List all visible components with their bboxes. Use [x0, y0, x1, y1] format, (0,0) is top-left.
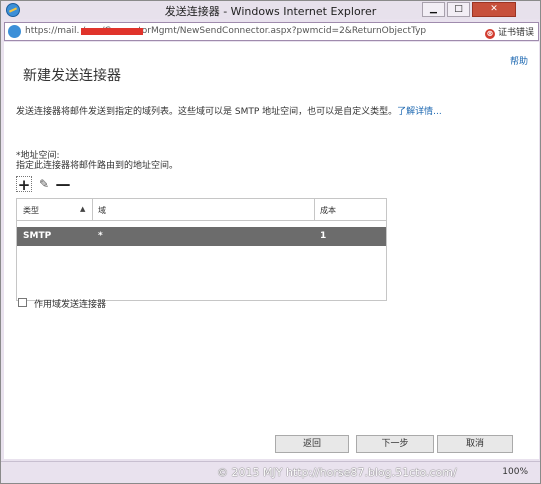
close-button[interactable]: ✕	[472, 2, 516, 17]
cell-type: SMTP	[23, 231, 52, 241]
title-bar[interactable]: 发送连接器 - Windows Internet Explorer ▁ □ ✕	[1, 1, 540, 19]
column-header-cost[interactable]: 成本	[320, 205, 336, 216]
minimize-button[interactable]: ▁	[422, 2, 445, 17]
maximize-button[interactable]: □	[447, 2, 470, 17]
edit-icon[interactable]: ✎	[36, 176, 52, 192]
help-link[interactable]: 帮助	[510, 54, 528, 67]
cert-error-icon: ⊗	[484, 29, 495, 39]
page-content: 帮助 新建发送连接器 发送连接器将邮件发送到指定的域列表。这些域可以是 SMTP…	[4, 42, 539, 459]
next-button[interactable]: 下一步	[356, 435, 434, 453]
back-button[interactable]: 返回	[275, 435, 349, 453]
description-text: 发送连接器将邮件发送到指定的域列表。这些域可以是 SMTP 地址空间，也可以是自…	[16, 107, 398, 117]
watermark-text: © 2015 MJY http://horse87.blog.51cto.com…	[217, 466, 457, 479]
address-space-grid: 类型 ▲ 域 成本 SMTP * 1	[16, 198, 387, 301]
learn-more-link[interactable]: 了解详情...	[397, 107, 442, 117]
description: 发送连接器将邮件发送到指定的域列表。这些域可以是 SMTP 地址空间，也可以是自…	[16, 106, 446, 118]
cancel-button[interactable]: 取消	[437, 435, 513, 453]
ie-window: 发送连接器 - Windows Internet Explorer ▁ □ ✕ …	[0, 0, 541, 484]
certificate-error[interactable]: ⊗ 证书错误	[484, 25, 534, 39]
column-header-domain[interactable]: 域	[98, 205, 106, 216]
cell-cost: 1	[320, 231, 327, 241]
scoped-connector-label: 作用域发送连接器	[34, 300, 107, 310]
remove-icon[interactable]: —	[55, 176, 71, 192]
column-divider	[92, 199, 93, 221]
grid-header: 类型 ▲ 域 成本	[17, 199, 386, 221]
scoped-connector-checkbox[interactable]	[18, 298, 27, 307]
column-divider	[314, 199, 315, 221]
address-bar[interactable]: https://mail. /ecp/ConnectorMgmt/NewSend…	[4, 22, 539, 41]
cert-error-label: 证书错误	[497, 28, 534, 38]
cell-domain: *	[98, 231, 103, 241]
sort-ascending-icon: ▲	[80, 205, 86, 213]
add-icon[interactable]: +	[16, 176, 32, 193]
ie-page-icon	[8, 25, 21, 38]
redaction-mark	[81, 28, 143, 35]
status-bar: © 2015 MJY http://horse87.blog.51cto.com…	[1, 461, 540, 483]
zoom-level[interactable]: 100%	[502, 467, 528, 477]
address-space-sublabel: 指定此连接器将邮件路由到的地址空间。	[16, 161, 179, 171]
page-title: 新建发送连接器	[23, 68, 121, 84]
column-header-type[interactable]: 类型	[23, 205, 39, 216]
table-row[interactable]: SMTP * 1	[17, 227, 386, 246]
